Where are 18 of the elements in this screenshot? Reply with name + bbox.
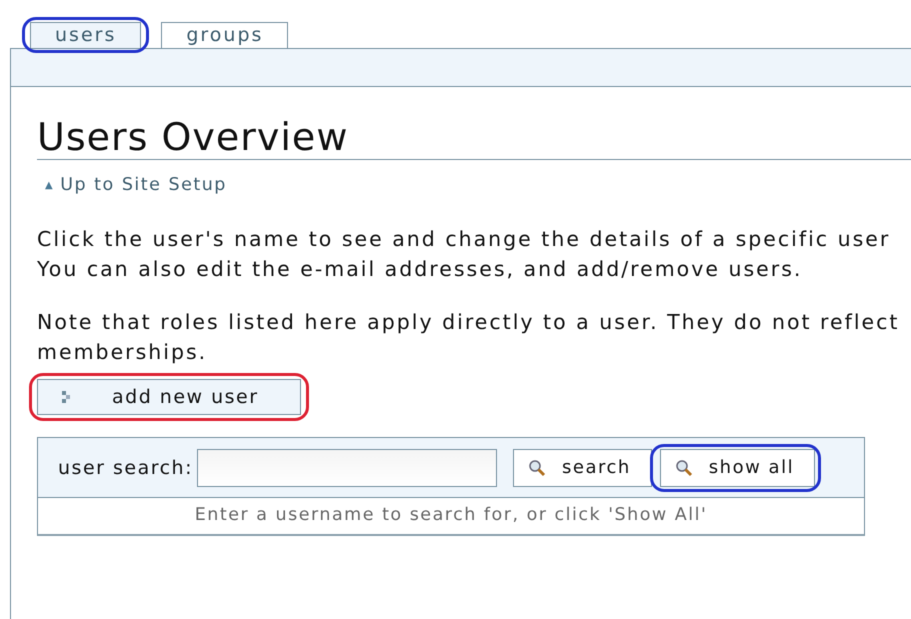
up-arrow-icon: ▲ (45, 178, 54, 193)
search-field[interactable] (197, 448, 497, 487)
search-icon (528, 458, 546, 477)
up-link[interactable]: ▲ Up to Site Setup (45, 172, 227, 198)
search-icon (674, 458, 693, 477)
paragraph-line: Click the user's name to see and change the details of a specific user (37, 226, 892, 254)
arrow-icon (62, 391, 72, 404)
search-button[interactable]: search (513, 448, 652, 487)
tab[interactable]: groups (161, 22, 288, 48)
search-hint: Enter a username to search for, or click 'Show All' (194, 504, 708, 528)
tab[interactable]: users (30, 22, 142, 48)
add-user-button[interactable]: add new user (37, 379, 301, 416)
paragraph-line: You can also edit the e-mail addresses, and add/remove users. (37, 256, 804, 284)
search-button[interactable]: show all (660, 448, 816, 487)
page-title: Users Overview (37, 117, 911, 160)
paragraph-line: Note that roles listed here apply directly to a user. They do not reflect (37, 309, 900, 336)
paragraph-line: memberships. (37, 339, 208, 366)
search-label: user search: (58, 456, 193, 480)
